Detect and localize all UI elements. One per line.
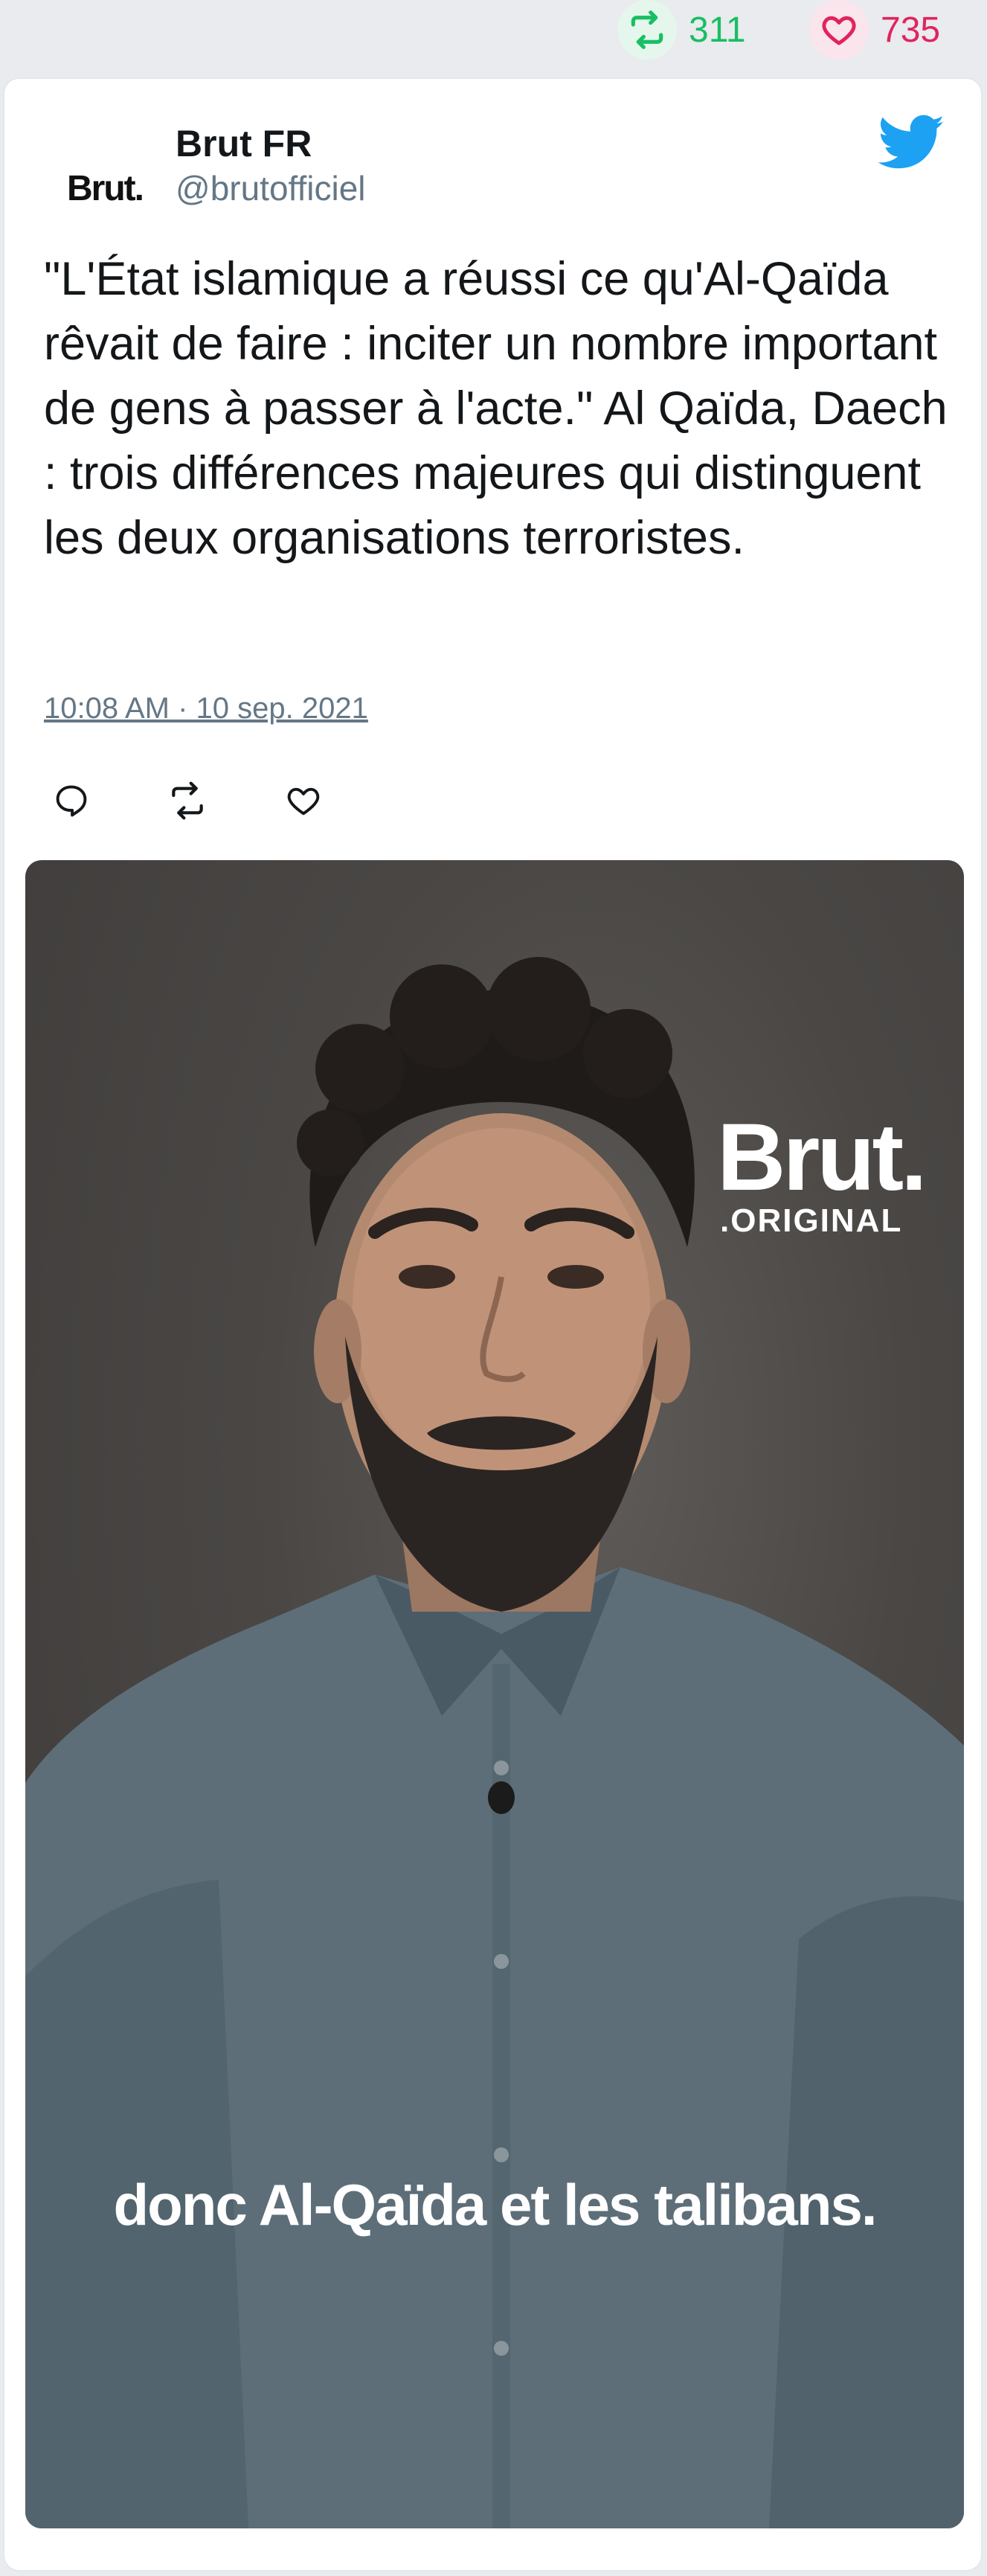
author-name[interactable]: Brut FR (176, 122, 312, 165)
brut-logo-main: Brut. (717, 1104, 927, 1211)
heart-icon (809, 0, 869, 60)
author-handle[interactable]: @brutofficiel (176, 168, 366, 208)
brut-original-logo: Brut. .ORIGINAL (717, 1104, 927, 1240)
tweet-card[interactable]: Brut. Brut FR @brutofficiel "L'État isla… (3, 77, 983, 2572)
twitter-bird-icon[interactable] (875, 109, 949, 176)
retweet-count-value: 311 (689, 10, 746, 50)
video-subtitle: donc Al-Qaïda et les talibans. (113, 2172, 877, 2237)
like-count-value: 735 (881, 10, 941, 50)
avatar[interactable]: Brut. (42, 125, 168, 251)
brut-logo-sub: .ORIGINAL (720, 1202, 903, 1239)
engagement-stats-bar: 311 735 (0, 0, 987, 68)
tweet-actions (49, 771, 326, 830)
tweet-text: "L'État islamique a réussi ce qu'Al-Qaïd… (44, 253, 948, 564)
video-media[interactable]: Brut. .ORIGINAL donc Al-Qaïda et les tal… (25, 860, 964, 2528)
retweet-action-icon[interactable] (165, 778, 210, 823)
avatar-logo-text: Brut. (67, 168, 144, 208)
like-action-icon[interactable] (281, 778, 326, 823)
retweet-count[interactable]: 311 (617, 0, 746, 60)
tweet-timestamp-link[interactable]: 10:08 AM · 10 sep. 2021 (44, 692, 368, 725)
retweet-icon (617, 0, 677, 60)
reply-icon[interactable] (49, 778, 94, 823)
like-count[interactable]: 735 (809, 0, 940, 60)
